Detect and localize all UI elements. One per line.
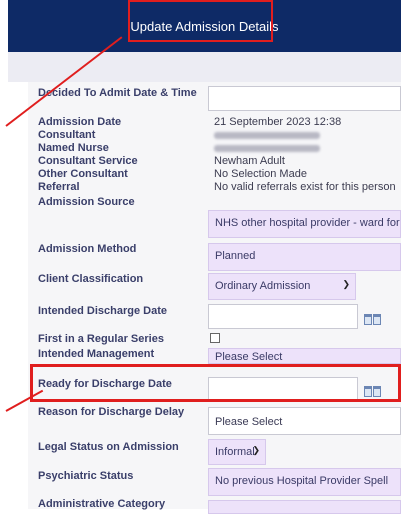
other-consultant-label: Other Consultant [38, 168, 128, 180]
referral-value: No valid referrals exist for this person [214, 181, 396, 193]
psychiatric-status-label: Psychiatric Status [38, 470, 134, 482]
admission-source-select[interactable]: NHS other hospital provider - ward for [208, 210, 401, 238]
consultant-service-value: Newham Adult [214, 155, 285, 167]
reason-discharge-delay-label: Reason for Discharge Delay [38, 406, 185, 418]
admission-method-label: Admission Method [38, 243, 137, 255]
intended-management-label: Intended Management [38, 348, 155, 360]
named-nurse-value-redacted [214, 142, 320, 154]
intended-discharge-date-input[interactable] [208, 304, 358, 329]
legal-status-select[interactable]: Informal ❯ [208, 439, 266, 465]
consultant-service-label: Consultant Service [38, 155, 138, 167]
named-nurse-label: Named Nurse [38, 142, 109, 154]
admission-source-label: Admission Source [38, 196, 135, 208]
decided-to-admit-input[interactable] [208, 86, 401, 111]
admission-date-value: 21 September 2023 12:38 [214, 116, 342, 128]
ready-for-discharge-highlight-box [30, 364, 401, 402]
chevron-down-icon: ❯ [342, 279, 350, 289]
client-classification-select[interactable]: Ordinary Admission ❯ [208, 273, 356, 300]
administrative-category-select[interactable] [208, 500, 401, 514]
other-consultant-value: No Selection Made [214, 168, 307, 180]
consultant-value-redacted [214, 129, 320, 141]
chevron-down-icon: ❯ [252, 445, 260, 455]
consultant-label: Consultant [38, 129, 96, 141]
title-highlight-box [128, 0, 273, 42]
psychiatric-status-select[interactable]: No previous Hospital Provider Spell [208, 468, 401, 496]
decided-to-admit-label: Decided To Admit Date & Time [38, 87, 197, 99]
intended-discharge-date-label: Intended Discharge Date [38, 305, 167, 317]
admission-method-select[interactable]: Planned [208, 243, 401, 271]
legal-status-label: Legal Status on Admission [38, 441, 179, 453]
legal-status-value: Informal [215, 446, 255, 458]
first-regular-series-checkbox[interactable] [210, 333, 220, 343]
client-classification-value: Ordinary Admission [215, 280, 311, 292]
intended-management-select[interactable]: Please Select [208, 348, 401, 364]
client-classification-label: Client Classification [38, 273, 144, 285]
administrative-category-label: Administrative Category [38, 498, 166, 510]
calendar-icon[interactable] [364, 314, 382, 326]
first-regular-series-label: First in a Regular Series [38, 333, 164, 345]
admission-date-label: Admission Date [38, 116, 122, 128]
reason-discharge-delay-select[interactable]: Please Select [208, 407, 401, 435]
referral-label: Referral [38, 181, 80, 193]
